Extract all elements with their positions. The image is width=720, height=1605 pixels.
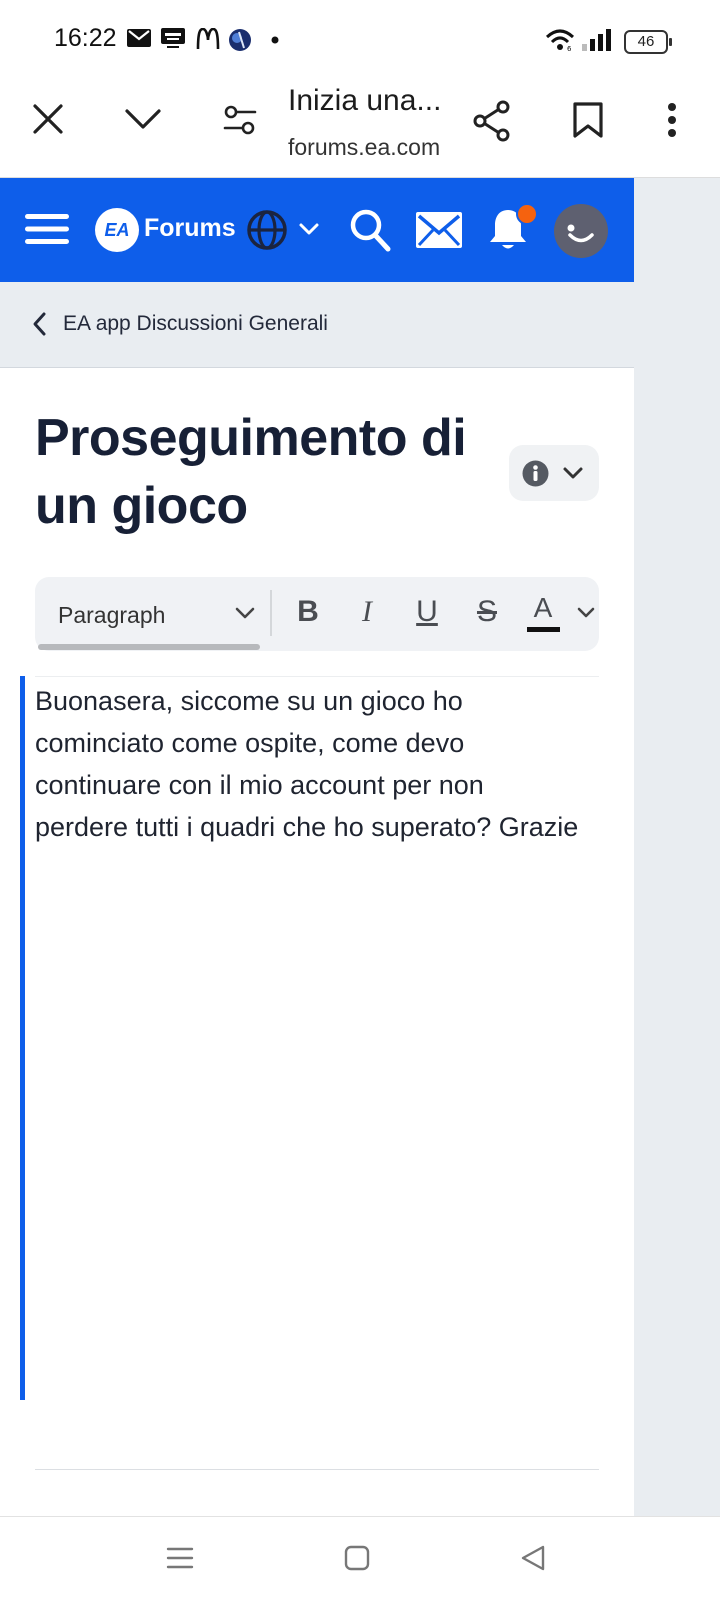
block-format-underline [38, 644, 260, 650]
bold-button[interactable]: B [288, 595, 328, 629]
more-vert-icon[interactable] [664, 102, 680, 138]
notification-dot [516, 203, 538, 225]
menu-icon[interactable] [25, 212, 69, 246]
text-color-chevron-icon[interactable] [577, 606, 595, 622]
toolbar-divider [270, 590, 272, 636]
chevron-down-icon[interactable] [124, 106, 162, 132]
roma-today-icon [161, 28, 185, 48]
svg-text:6: 6 [567, 45, 572, 52]
post-body-text[interactable]: Buonasera, siccome su un gioco ho cominc… [35, 680, 580, 848]
battery-indicator: 46 [624, 30, 672, 54]
app-badge-icon [229, 29, 251, 51]
page-domain[interactable]: forums.ea.com [288, 134, 440, 161]
language-chevron-icon[interactable] [298, 222, 320, 238]
info-button[interactable] [509, 445, 599, 501]
text-color-swatch [527, 627, 560, 632]
globe-icon[interactable] [246, 209, 288, 251]
recents-icon[interactable] [166, 1546, 194, 1570]
page-side-gutter [634, 178, 720, 1516]
cell-signal-icon [582, 29, 611, 51]
mcdonalds-icon [196, 28, 220, 50]
strikethrough-button[interactable]: S [467, 595, 507, 629]
ea-logo[interactable]: EA [95, 208, 139, 252]
mail-icon [127, 29, 151, 47]
underline-button[interactable]: U [407, 595, 447, 629]
wifi-icon: 6 [545, 29, 575, 52]
back-chevron-icon[interactable] [31, 311, 47, 337]
back-icon[interactable] [520, 1544, 546, 1572]
bookmark-icon[interactable] [572, 101, 604, 139]
share-icon[interactable] [472, 100, 512, 142]
text-color-button[interactable]: A [523, 592, 563, 624]
search-icon[interactable] [349, 208, 391, 252]
status-time: 16:22 [54, 24, 117, 52]
avatar[interactable] [554, 204, 608, 258]
close-icon[interactable] [32, 103, 64, 135]
editor-top-border [35, 676, 599, 677]
italic-button[interactable]: I [347, 595, 387, 629]
editor-focus-bar [20, 676, 25, 1400]
block-format-chevron-icon[interactable] [235, 606, 255, 622]
site-settings-icon[interactable] [223, 104, 257, 136]
block-format-value: Paragraph [58, 602, 166, 628]
info-chevron-icon [563, 467, 583, 479]
avatar-face-icon [567, 224, 594, 243]
dot-icon [271, 36, 279, 44]
forums-brand[interactable]: Forums [144, 214, 236, 243]
info-icon [522, 460, 549, 487]
topic-title[interactable]: Proseguimento di un gioco [35, 404, 495, 540]
messages-icon[interactable] [416, 212, 462, 248]
editor-bottom-border [35, 1469, 599, 1470]
breadcrumb-link[interactable]: EA app Discussioni Generali [63, 312, 328, 336]
home-icon[interactable] [344, 1545, 370, 1571]
page-title[interactable]: Inizia una... [288, 84, 441, 118]
